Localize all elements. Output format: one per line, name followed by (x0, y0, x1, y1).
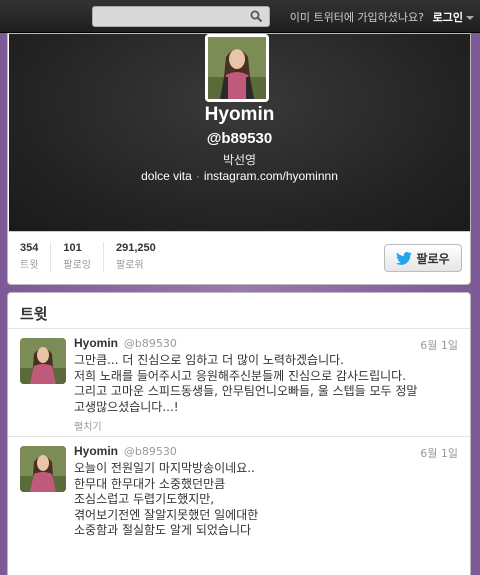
tweet-item[interactable]: Hyomin @b89530 6월 1일 오늘이 전원일기 마지막방송이네요..… (8, 437, 470, 567)
tweet-author-name[interactable]: Hyomin (74, 444, 118, 458)
stat-label: 팔로워 (116, 260, 144, 271)
profile-bio-line: dolce vita · instagram.com/hyominnn (9, 169, 470, 183)
stat-count: 101 (63, 242, 82, 254)
login-label: 로그인 (432, 11, 463, 24)
stat-following[interactable]: 101 팔로잉 (51, 242, 105, 272)
tweet-header: Hyomin @b89530 (74, 336, 177, 350)
signup-prompt: 이미 트위터에 가입하셨나요? (289, 11, 424, 24)
profile-fullname: Hyomin (204, 104, 275, 125)
stat-count: 291,250 (116, 242, 156, 254)
profile-real-name: 박선영 (222, 153, 257, 167)
profile-header: Hyomin @b89530 박선영 dolce vita · instagram.… (9, 34, 470, 232)
stat-followers[interactable]: 291,250 팔로워 (104, 242, 168, 272)
twitter-bird-icon (396, 251, 413, 265)
tweet-item[interactable]: Hyomin @b89530 6월 1일 그만큼... 더 진심으로 임하고 더… (8, 329, 470, 437)
profile-avatar[interactable] (205, 34, 269, 102)
tweet-avatar[interactable] (20, 338, 66, 384)
tweet-text: 오늘이 전원일기 마지막방송이네요.. 한무대 한무대가 소중했던만큼 조심스럽… (74, 461, 259, 537)
top-navigation-bar: 이미 트위터에 가입하셨나요? 로그인 (0, 0, 480, 33)
tweet-text: 그만큼... 더 진심으로 임하고 더 많이 노력하겠습니다. 저희 노래를 들… (74, 353, 418, 414)
tweet-author-name[interactable]: Hyomin (74, 336, 118, 350)
follow-button[interactable]: 팔로우 (384, 244, 462, 272)
tweet-date[interactable]: 6월 1일 (420, 445, 458, 461)
separator-dot: · (195, 169, 200, 183)
follow-button-label: 팔로우 (416, 251, 450, 266)
search-input[interactable] (92, 6, 270, 27)
profile-card: Hyomin @b89530 박선영 dolce vita · instagram.… (7, 33, 471, 285)
tweets-timeline: 트윗 Hyomin @b89530 6월 1일 그만큼... 더 진심으로 임하… (7, 292, 471, 575)
tweet-author-handle[interactable]: @b89530 (124, 445, 177, 458)
tweet-author-handle[interactable]: @b89530 (124, 337, 177, 350)
tweet-header: Hyomin @b89530 (74, 444, 177, 458)
tweet-date[interactable]: 6월 1일 (420, 337, 458, 353)
login-dropdown[interactable]: 로그인 (433, 9, 474, 25)
profile-bio: dolce vita (141, 169, 192, 183)
profile-screen-name: @b89530 (206, 130, 273, 147)
search-icon[interactable] (250, 10, 263, 23)
chevron-down-icon (466, 16, 474, 20)
timeline-title: 트윗 (8, 293, 470, 329)
stat-count: 354 (20, 242, 39, 254)
stat-label: 팔로잉 (63, 260, 92, 271)
stat-tweets[interactable]: 354 트윗 (8, 242, 52, 272)
profile-url-link[interactable]: instagram.com/hyominnn (204, 169, 338, 183)
tweet-expand-link[interactable]: 펼치기 (74, 418, 102, 433)
profile-stats: 354 트윗 101 팔로잉 291,250 팔로워 (8, 242, 168, 282)
tweet-avatar[interactable] (20, 446, 66, 492)
stat-label: 트윗 (20, 260, 39, 271)
